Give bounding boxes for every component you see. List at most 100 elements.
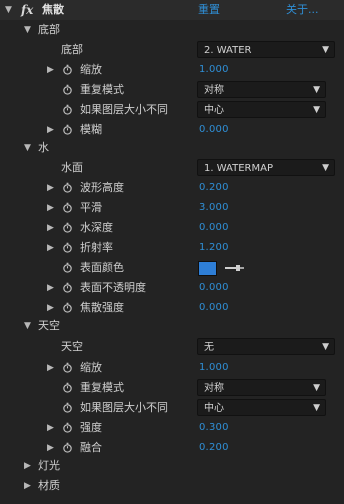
caret-down-icon: ▼ xyxy=(322,163,329,173)
bottom-scale-row: ▶ 缩放 1.000 xyxy=(0,60,344,80)
stopwatch-icon[interactable] xyxy=(62,242,73,253)
group-lighting[interactable]: ▶ 灯光 xyxy=(0,456,344,476)
sky-scale-value[interactable]: 1.000 xyxy=(199,358,229,378)
sky-layer-label: 天空 xyxy=(61,340,83,353)
group-material[interactable]: ▶ 材质 xyxy=(0,476,344,496)
group-title: 天空 xyxy=(38,319,60,332)
eyedropper-icon[interactable] xyxy=(223,261,245,275)
stopwatch-icon[interactable] xyxy=(62,202,73,213)
group-water[interactable]: ▼ 水 xyxy=(0,138,344,158)
fx-icon[interactable]: fx xyxy=(21,0,33,20)
stopwatch-icon[interactable] xyxy=(62,282,73,293)
expand-triangle-icon[interactable]: ▼ xyxy=(24,316,31,336)
sky-intensity-value[interactable]: 0.300 xyxy=(199,418,229,438)
dropdown-value: 中心 xyxy=(204,403,224,414)
water-caustic-value[interactable]: 0.000 xyxy=(199,298,229,318)
bottom-layer-dropdown[interactable]: 2. WATER ▼ xyxy=(197,41,335,58)
bottom-layer-label: 底部 xyxy=(61,43,83,56)
water-refraction-value[interactable]: 1.200 xyxy=(199,238,229,258)
water-smooth-label: 平滑 xyxy=(80,201,102,214)
sky-size-dropdown[interactable]: 中心 ▼ xyxy=(197,399,326,416)
collapse-right-triangle-icon[interactable]: ▶ xyxy=(47,60,54,80)
collapse-right-triangle-icon[interactable]: ▶ xyxy=(47,178,54,198)
dropdown-value: 2. WATER xyxy=(204,45,252,56)
bottom-scale-value[interactable]: 1.000 xyxy=(199,60,229,80)
collapse-right-triangle-icon[interactable]: ▶ xyxy=(47,238,54,258)
stopwatch-icon[interactable] xyxy=(62,262,73,273)
bottom-repeat-dropdown[interactable]: 对称 ▼ xyxy=(197,81,326,98)
water-wave-value[interactable]: 0.200 xyxy=(199,178,229,198)
water-opacity-row: ▶ 表面不透明度 0.000 xyxy=(0,278,344,298)
bottom-size-dropdown[interactable]: 中心 ▼ xyxy=(197,101,326,118)
collapse-triangle-icon[interactable]: ▼ xyxy=(5,0,12,20)
stopwatch-icon[interactable] xyxy=(62,442,73,453)
bottom-blur-row: ▶ 模糊 0.000 xyxy=(0,120,344,140)
sky-intensity-row: ▶ 强度 0.300 xyxy=(0,418,344,438)
collapse-right-triangle-icon[interactable]: ▶ xyxy=(24,456,31,476)
expand-triangle-icon[interactable]: ▼ xyxy=(24,20,31,40)
stopwatch-icon[interactable] xyxy=(62,302,73,313)
bottom-layer-row: 底部 2. WATER ▼ xyxy=(0,40,344,60)
stopwatch-icon[interactable] xyxy=(62,64,73,75)
about-link[interactable]: 关于... xyxy=(286,0,319,20)
dropdown-value: 对称 xyxy=(204,85,224,96)
water-depth-row: ▶ 水深度 0.000 xyxy=(0,218,344,238)
stopwatch-icon[interactable] xyxy=(62,382,73,393)
stopwatch-icon[interactable] xyxy=(62,362,73,373)
effect-header[interactable]: ▼ fx 焦散 重置 关于... xyxy=(0,0,344,20)
water-color-row: 表面颜色 xyxy=(0,258,344,278)
collapse-right-triangle-icon[interactable]: ▶ xyxy=(47,358,54,378)
water-smooth-row: ▶ 平滑 3.000 xyxy=(0,198,344,218)
caret-down-icon: ▼ xyxy=(313,403,320,413)
dropdown-value: 无 xyxy=(204,342,214,353)
collapse-right-triangle-icon[interactable]: ▶ xyxy=(47,218,54,238)
stopwatch-icon[interactable] xyxy=(62,84,73,95)
collapse-right-triangle-icon[interactable]: ▶ xyxy=(24,476,31,496)
water-smooth-value[interactable]: 3.000 xyxy=(199,198,229,218)
sky-size-label: 如果图层大小不同 xyxy=(80,401,168,414)
dropdown-value: 中心 xyxy=(204,105,224,116)
group-bottom[interactable]: ▼ 底部 xyxy=(0,20,344,40)
collapse-right-triangle-icon[interactable]: ▶ xyxy=(47,120,54,140)
dropdown-value: 1. WATERMAP xyxy=(204,163,273,174)
caret-down-icon: ▼ xyxy=(313,85,320,95)
water-refraction-row: ▶ 折射率 1.200 xyxy=(0,238,344,258)
sky-blend-row: ▶ 融合 0.200 xyxy=(0,438,344,458)
sky-intensity-label: 强度 xyxy=(80,421,102,434)
reset-link[interactable]: 重置 xyxy=(198,0,220,20)
bottom-repeat-row: 重复模式 对称 ▼ xyxy=(0,80,344,100)
collapse-right-triangle-icon[interactable]: ▶ xyxy=(47,298,54,318)
group-title: 灯光 xyxy=(38,459,60,472)
collapse-right-triangle-icon[interactable]: ▶ xyxy=(47,198,54,218)
sky-size-row: 如果图层大小不同 中心 ▼ xyxy=(0,398,344,418)
collapse-right-triangle-icon[interactable]: ▶ xyxy=(47,278,54,298)
water-surface-row: 水面 1. WATERMAP ▼ xyxy=(0,158,344,178)
dropdown-value: 对称 xyxy=(204,383,224,394)
stopwatch-icon[interactable] xyxy=(62,104,73,115)
water-depth-value[interactable]: 0.000 xyxy=(199,218,229,238)
stopwatch-icon[interactable] xyxy=(62,222,73,233)
sky-blend-value[interactable]: 0.200 xyxy=(199,438,229,458)
group-title: 材质 xyxy=(38,479,60,492)
bottom-size-label: 如果图层大小不同 xyxy=(80,103,168,116)
water-surface-dropdown[interactable]: 1. WATERMAP ▼ xyxy=(197,159,335,176)
stopwatch-icon[interactable] xyxy=(62,124,73,135)
collapse-right-triangle-icon[interactable]: ▶ xyxy=(47,438,54,458)
sky-repeat-dropdown[interactable]: 对称 ▼ xyxy=(197,379,326,396)
bottom-repeat-label: 重复模式 xyxy=(80,83,124,96)
color-swatch[interactable] xyxy=(198,261,217,276)
group-sky[interactable]: ▼ 天空 xyxy=(0,316,344,336)
water-surface-label: 水面 xyxy=(61,161,83,174)
water-depth-label: 水深度 xyxy=(80,221,113,234)
effect-name: 焦散 xyxy=(42,3,64,16)
stopwatch-icon[interactable] xyxy=(62,182,73,193)
collapse-right-triangle-icon[interactable]: ▶ xyxy=(47,418,54,438)
stopwatch-icon[interactable] xyxy=(62,422,73,433)
expand-triangle-icon[interactable]: ▼ xyxy=(24,138,31,158)
water-opacity-value[interactable]: 0.000 xyxy=(199,278,229,298)
water-wave-label: 波形高度 xyxy=(80,181,124,194)
sky-scale-label: 缩放 xyxy=(80,361,102,374)
sky-layer-dropdown[interactable]: 无 ▼ xyxy=(197,338,335,355)
stopwatch-icon[interactable] xyxy=(62,402,73,413)
bottom-blur-value[interactable]: 0.000 xyxy=(199,120,229,140)
